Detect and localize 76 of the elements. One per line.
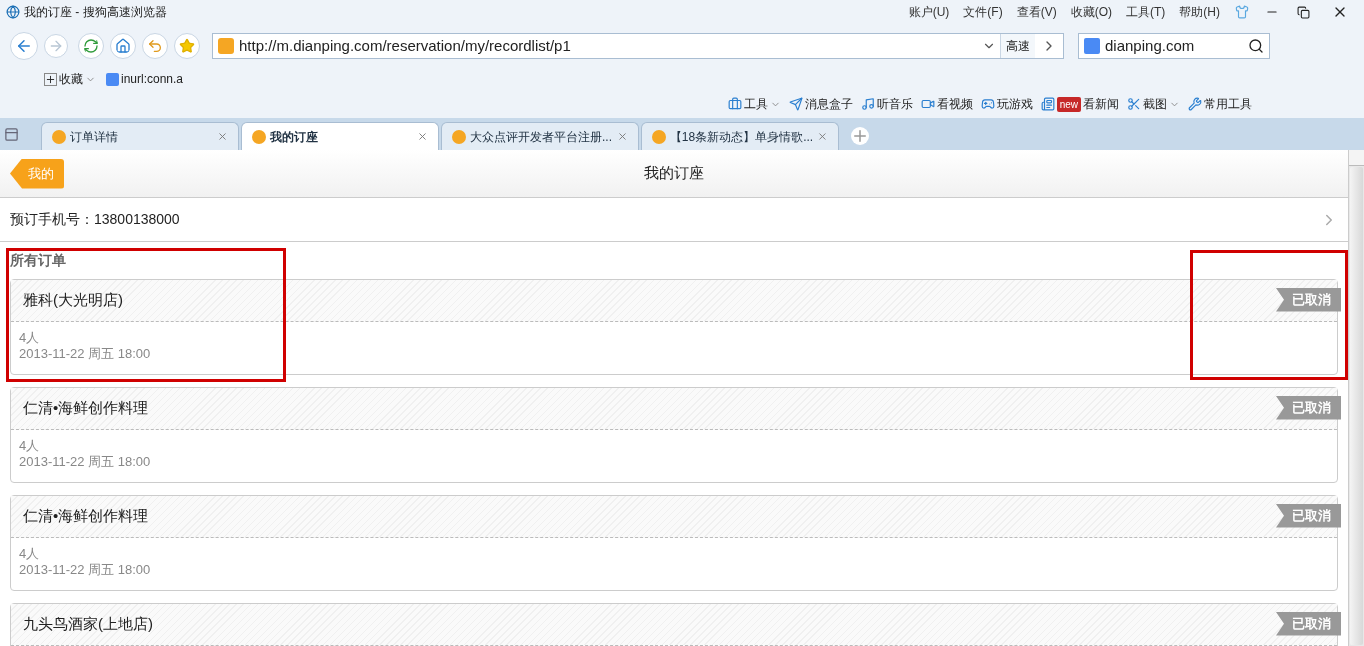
restaurant-name: 九头鸟酒家(上地店)	[23, 614, 153, 635]
sidebar-toggle-icon[interactable]	[4, 127, 19, 142]
reservation-time: 2013-11-22 周五 18:00	[19, 454, 152, 470]
paper-plane-icon	[788, 97, 803, 111]
site-icon	[218, 38, 234, 54]
restaurant-name: 仁清•海鲜创作料理	[23, 398, 149, 419]
order-card[interactable]: 雅科(大光明店) 已取消 4人 2013-11-22 周五 18:00	[10, 279, 1338, 375]
restaurant-name: 雅科(大光明店)	[23, 290, 123, 311]
scissors-icon	[1127, 97, 1141, 111]
order-card[interactable]: 九头鸟酒家(上地店) 已取消	[10, 603, 1338, 646]
browser-tab[interactable]: 我的订座	[241, 122, 439, 150]
back-icon[interactable]	[10, 32, 38, 60]
menu-item[interactable]: 账户(U)	[903, 3, 955, 21]
new-tab-icon[interactable]	[851, 127, 869, 145]
toolbar-item[interactable]: 常用工具	[1188, 95, 1252, 113]
gamepad-icon	[980, 97, 995, 111]
plus-icon	[44, 72, 57, 86]
menu-item[interactable]: 收藏(O)	[1065, 3, 1117, 21]
browser-tab[interactable]: 【18条新动态】单身情歌...	[641, 122, 839, 150]
favorite-icon[interactable]	[174, 33, 200, 59]
toolbar-item[interactable]: 截图	[1127, 95, 1180, 113]
skin-icon[interactable]	[1235, 5, 1249, 19]
menu-item[interactable]: 帮助(H)	[1174, 3, 1225, 21]
refresh-icon[interactable]	[78, 33, 104, 59]
site-icon	[652, 129, 666, 144]
bookmark-link[interactable]: inurl:conn.a	[106, 70, 184, 88]
video-camera-icon	[920, 97, 935, 111]
phone-number: 13800138000	[94, 210, 180, 229]
browser-tab[interactable]: 订单详情	[41, 122, 239, 150]
address-bar[interactable]: http://m.dianping.com/reservation/my/recordlist/p1 高速	[212, 33, 1064, 59]
status-tag: 已取消	[1276, 396, 1341, 420]
menu-item[interactable]: 工具(T)	[1121, 3, 1171, 21]
news-badge: new	[1056, 96, 1081, 112]
site-icon	[252, 129, 266, 144]
toolbar-item[interactable]: 看视频	[920, 95, 973, 113]
reservation-time: 2013-11-22 周五 18:00	[19, 346, 152, 362]
status-tag: 已取消	[1276, 504, 1341, 528]
section-title: 所有订单	[10, 251, 67, 270]
page-title: 我的订座	[644, 163, 704, 184]
phone-row[interactable]: 预订手机号：13800138000	[0, 198, 1348, 242]
toolbar-item[interactable]: new 看新闻	[1040, 95, 1119, 113]
site-icon	[452, 129, 466, 144]
status-tag: 已取消	[1276, 288, 1341, 312]
party-size: 4人	[19, 438, 41, 454]
browser-tab[interactable]: 大众点评开发者平台注册...	[441, 122, 639, 150]
reservation-time: 2013-11-22 周五 18:00	[19, 562, 152, 578]
restaurant-name: 仁清•海鲜创作料理	[23, 506, 149, 527]
status-tag: 已取消	[1276, 612, 1341, 636]
browser-logo-icon	[6, 5, 20, 19]
newspaper-icon	[1040, 97, 1055, 111]
toolbar-item[interactable]: 听音乐	[860, 95, 913, 113]
toolbar-item[interactable]: 玩游戏	[980, 95, 1033, 113]
undo-icon[interactable]	[142, 33, 168, 59]
music-note-icon	[860, 97, 875, 111]
briefcase-icon	[727, 97, 742, 111]
site-icon	[52, 129, 66, 144]
order-card[interactable]: 仁清•海鲜创作料理 已取消 4人 2013-11-22 周五 18:00	[10, 387, 1338, 483]
speed-mode-button[interactable]: 高速	[1000, 34, 1035, 58]
menu-item[interactable]: 查看(V)	[1011, 3, 1062, 21]
site-icon	[106, 72, 119, 86]
url-text: http://m.dianping.com/reservation/my/recordlist/p1	[239, 35, 572, 56]
menu-item[interactable]: 文件(F)	[958, 3, 1008, 21]
search-field[interactable]: dianping.com	[1078, 33, 1270, 59]
toolbar-item[interactable]: 消息盒子	[788, 95, 853, 113]
party-size: 4人	[19, 330, 41, 346]
window-title: 我的订座 - 搜狗高速浏览器	[24, 4, 167, 21]
toolbar-item[interactable]: 工具	[727, 95, 781, 113]
party-size: 4人	[19, 546, 41, 562]
home-icon[interactable]	[110, 33, 136, 59]
search-icon[interactable]	[1248, 38, 1264, 54]
order-card[interactable]: 仁清•海鲜创作料理 已取消 4人 2013-11-22 周五 18:00	[10, 495, 1338, 591]
favorites-menu[interactable]: 收藏	[44, 70, 96, 88]
restore-icon[interactable]	[1297, 5, 1310, 19]
scrollbar[interactable]	[1348, 150, 1364, 646]
phone-label: 预订手机号：	[10, 210, 94, 229]
wrench-icon	[1188, 97, 1202, 111]
